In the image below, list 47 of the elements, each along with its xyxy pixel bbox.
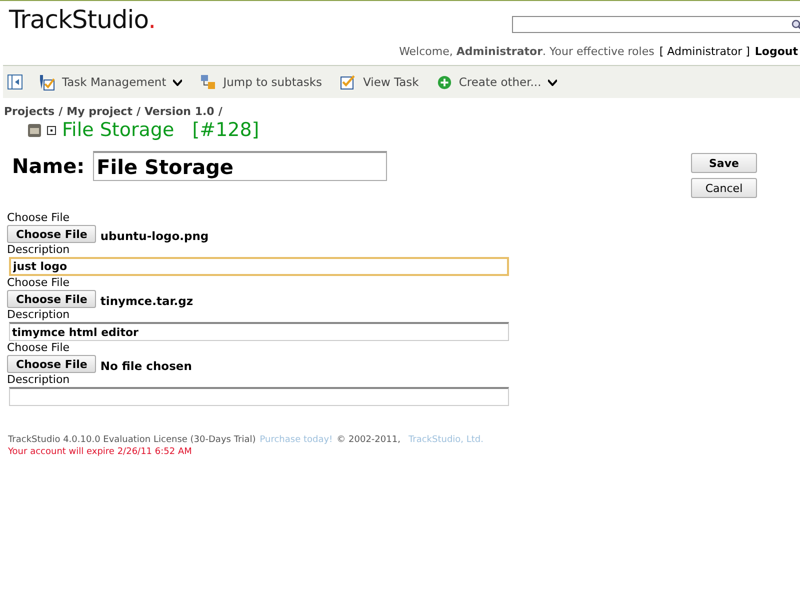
tools-icon	[37, 73, 55, 91]
choose-file-button[interactable]: Choose File	[7, 225, 96, 243]
field-label: Description	[7, 243, 71, 257]
choose-file-button[interactable]: Choose File	[7, 355, 96, 373]
expand-icon[interactable]	[47, 126, 56, 134]
search-field[interactable]	[512, 16, 800, 33]
field-label: Choose File	[7, 341, 71, 355]
license-text: TrackStudio 4.0.10.0 Evaluation License (30-Days Trial)	[8, 435, 256, 445]
file-name: ubuntu-logo.png	[100, 229, 209, 243]
save-button[interactable]: Save	[691, 153, 757, 173]
subtasks-icon	[200, 74, 216, 90]
task-number: [#128]	[192, 119, 260, 141]
choose-file-button[interactable]: Choose File	[7, 290, 96, 308]
task-title: File Storage	[62, 119, 174, 141]
breadcrumb-link[interactable]: Projects	[4, 105, 55, 118]
field-label: Choose File	[7, 211, 71, 225]
description-field[interactable]	[9, 387, 509, 406]
logout-link[interactable]: Logout	[754, 44, 798, 58]
toolbar-item[interactable]: Jump to subtasks	[200, 74, 322, 90]
cancel-button[interactable]: Cancel	[691, 178, 757, 198]
checkbox-icon	[340, 74, 356, 90]
roles-text: [ Administrator ]	[659, 44, 750, 58]
logo: TrackStudio.	[9, 5, 156, 35]
field-label: Description	[7, 308, 71, 322]
breadcrumb-separator: /	[218, 105, 222, 118]
toolbar-item[interactable]: Create other...	[436, 74, 558, 90]
name-label: Name:	[12, 154, 85, 178]
welcome-text: Welcome, Administrator. Your effective roles	[399, 44, 654, 58]
breadcrumb-separator: /	[58, 105, 63, 118]
copyright-text: © 2002-2011,	[336, 435, 400, 445]
file-name: No file chosen	[100, 359, 192, 373]
field-label: Choose File	[7, 276, 71, 290]
toolbar-item[interactable]: Task Management	[37, 73, 182, 91]
file-name: tinymce.tar.gz	[100, 294, 194, 308]
search-icon[interactable]	[791, 18, 800, 30]
expiry-notice: Your account will expire 2/26/11 6:52 AM	[8, 446, 193, 458]
field-label: Description	[7, 373, 71, 387]
plus-icon	[436, 74, 452, 90]
breadcrumb-link[interactable]: My project	[66, 105, 132, 118]
description-field[interactable]: just logo	[9, 257, 509, 276]
description-field[interactable]: timymce html editor	[9, 322, 509, 341]
panel-toggle-icon[interactable]	[7, 74, 23, 90]
toolbar-item[interactable]: View Task	[340, 74, 419, 90]
breadcrumb-link[interactable]: Version 1.0	[144, 105, 214, 118]
name-field[interactable]: File Storage	[92, 151, 387, 181]
breadcrumb-separator: /	[136, 105, 140, 118]
task-icon	[28, 124, 41, 136]
